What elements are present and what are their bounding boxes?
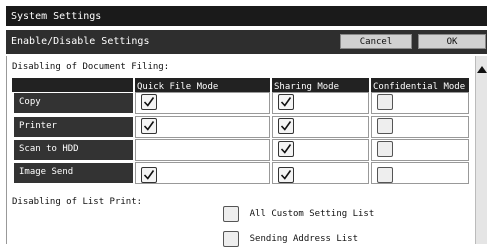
checked-checkbox[interactable]	[278, 167, 294, 183]
row-label: Image Send	[14, 163, 133, 183]
column-header-sharing: Sharing Mode	[272, 78, 369, 92]
list-print-section-label: Disabling of List Print:	[12, 197, 143, 207]
settings-header: Enable/Disable Settings Cancel OK	[6, 30, 487, 54]
column-header-confidential: Confidential Mode	[371, 78, 469, 92]
checked-checkbox[interactable]	[278, 141, 294, 157]
list-item-label: All Custom Setting List	[249, 208, 375, 219]
unchecked-checkbox[interactable]	[377, 118, 393, 134]
list-item-all-custom-setting[interactable]: All Custom Setting List	[223, 203, 374, 222]
checked-checkbox[interactable]	[141, 94, 157, 110]
row-label: Copy	[14, 93, 133, 113]
document-filing-section-label: Disabling of Document Filing:	[12, 62, 170, 72]
settings-window: System Settings Enable/Disable Settings …	[0, 0, 487, 247]
column-header-quick-file: Quick File Mode	[135, 78, 270, 92]
unchecked-checkbox[interactable]	[377, 141, 393, 157]
row-label: Scan to HDD	[14, 140, 133, 160]
list-item-label: Sending Address List	[249, 233, 359, 244]
checked-checkbox[interactable]	[141, 118, 157, 134]
ok-button[interactable]: OK	[418, 34, 486, 49]
scroll-up-arrow-icon[interactable]	[477, 66, 487, 73]
table-cell	[135, 139, 270, 161]
window-title: System Settings	[6, 6, 487, 28]
page-title: Enable/Disable Settings	[11, 36, 150, 47]
checked-checkbox[interactable]	[141, 167, 157, 183]
table-header-blank	[12, 78, 133, 92]
checkbox[interactable]	[223, 230, 239, 247]
unchecked-checkbox[interactable]	[377, 94, 393, 110]
checked-checkbox[interactable]	[278, 94, 294, 110]
row-label: Printer	[14, 117, 133, 137]
checked-checkbox[interactable]	[278, 118, 294, 134]
list-item-sending-address[interactable]: Sending Address List	[223, 228, 358, 247]
vertical-scrollbar[interactable]	[475, 56, 487, 244]
cancel-button[interactable]: Cancel	[340, 34, 412, 49]
unchecked-checkbox[interactable]	[377, 167, 393, 183]
checkbox[interactable]	[223, 205, 239, 222]
